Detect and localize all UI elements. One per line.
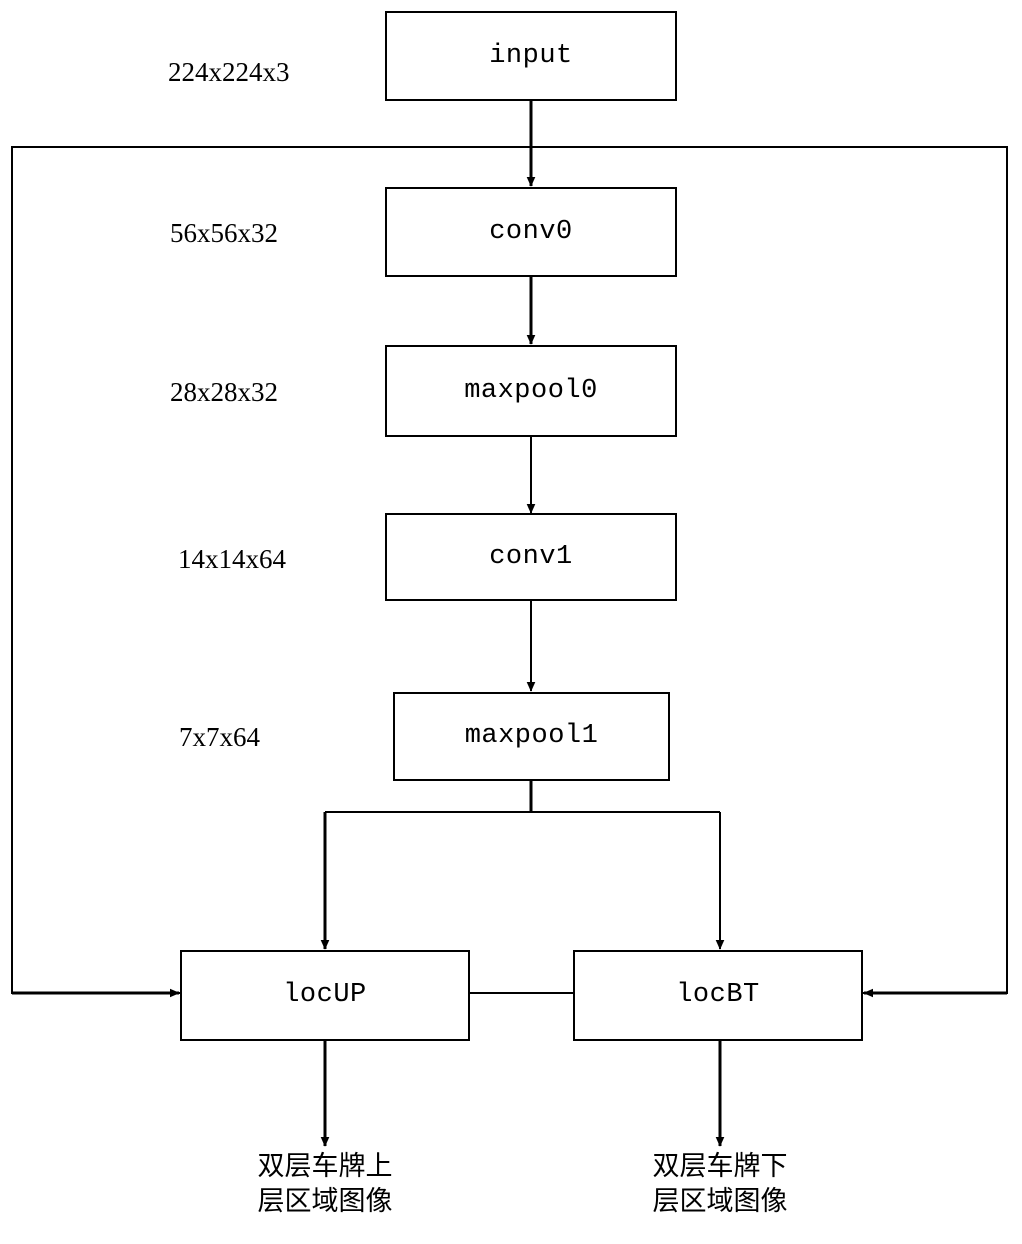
node-input[interactable]: input bbox=[385, 11, 677, 101]
node-maxpool0[interactable]: maxpool0 bbox=[385, 345, 677, 437]
shape-label-conv1: 14x14x64 bbox=[178, 544, 286, 574]
shape-label-conv0: 56x56x32 bbox=[170, 218, 278, 248]
shape-label-maxpool0: 28x28x32 bbox=[170, 377, 278, 407]
node-conv0[interactable]: conv0 bbox=[385, 187, 677, 277]
shape-label-input: 224x224x3 bbox=[168, 57, 290, 87]
shape-label-maxpool1: 7x7x64 bbox=[179, 722, 260, 752]
network-architecture-diagram: input conv0 maxpool0 conv1 maxpool1 locU… bbox=[0, 0, 1022, 1244]
output-label-bt: 双层车牌下 层区域图像 bbox=[652, 1151, 788, 1217]
output-label-up: 双层车牌上 层区域图像 bbox=[257, 1151, 393, 1217]
node-locup[interactable]: locUP bbox=[180, 950, 470, 1041]
node-conv1[interactable]: conv1 bbox=[385, 513, 677, 601]
node-locbt[interactable]: locBT bbox=[573, 950, 863, 1041]
node-maxpool1[interactable]: maxpool1 bbox=[393, 692, 670, 781]
